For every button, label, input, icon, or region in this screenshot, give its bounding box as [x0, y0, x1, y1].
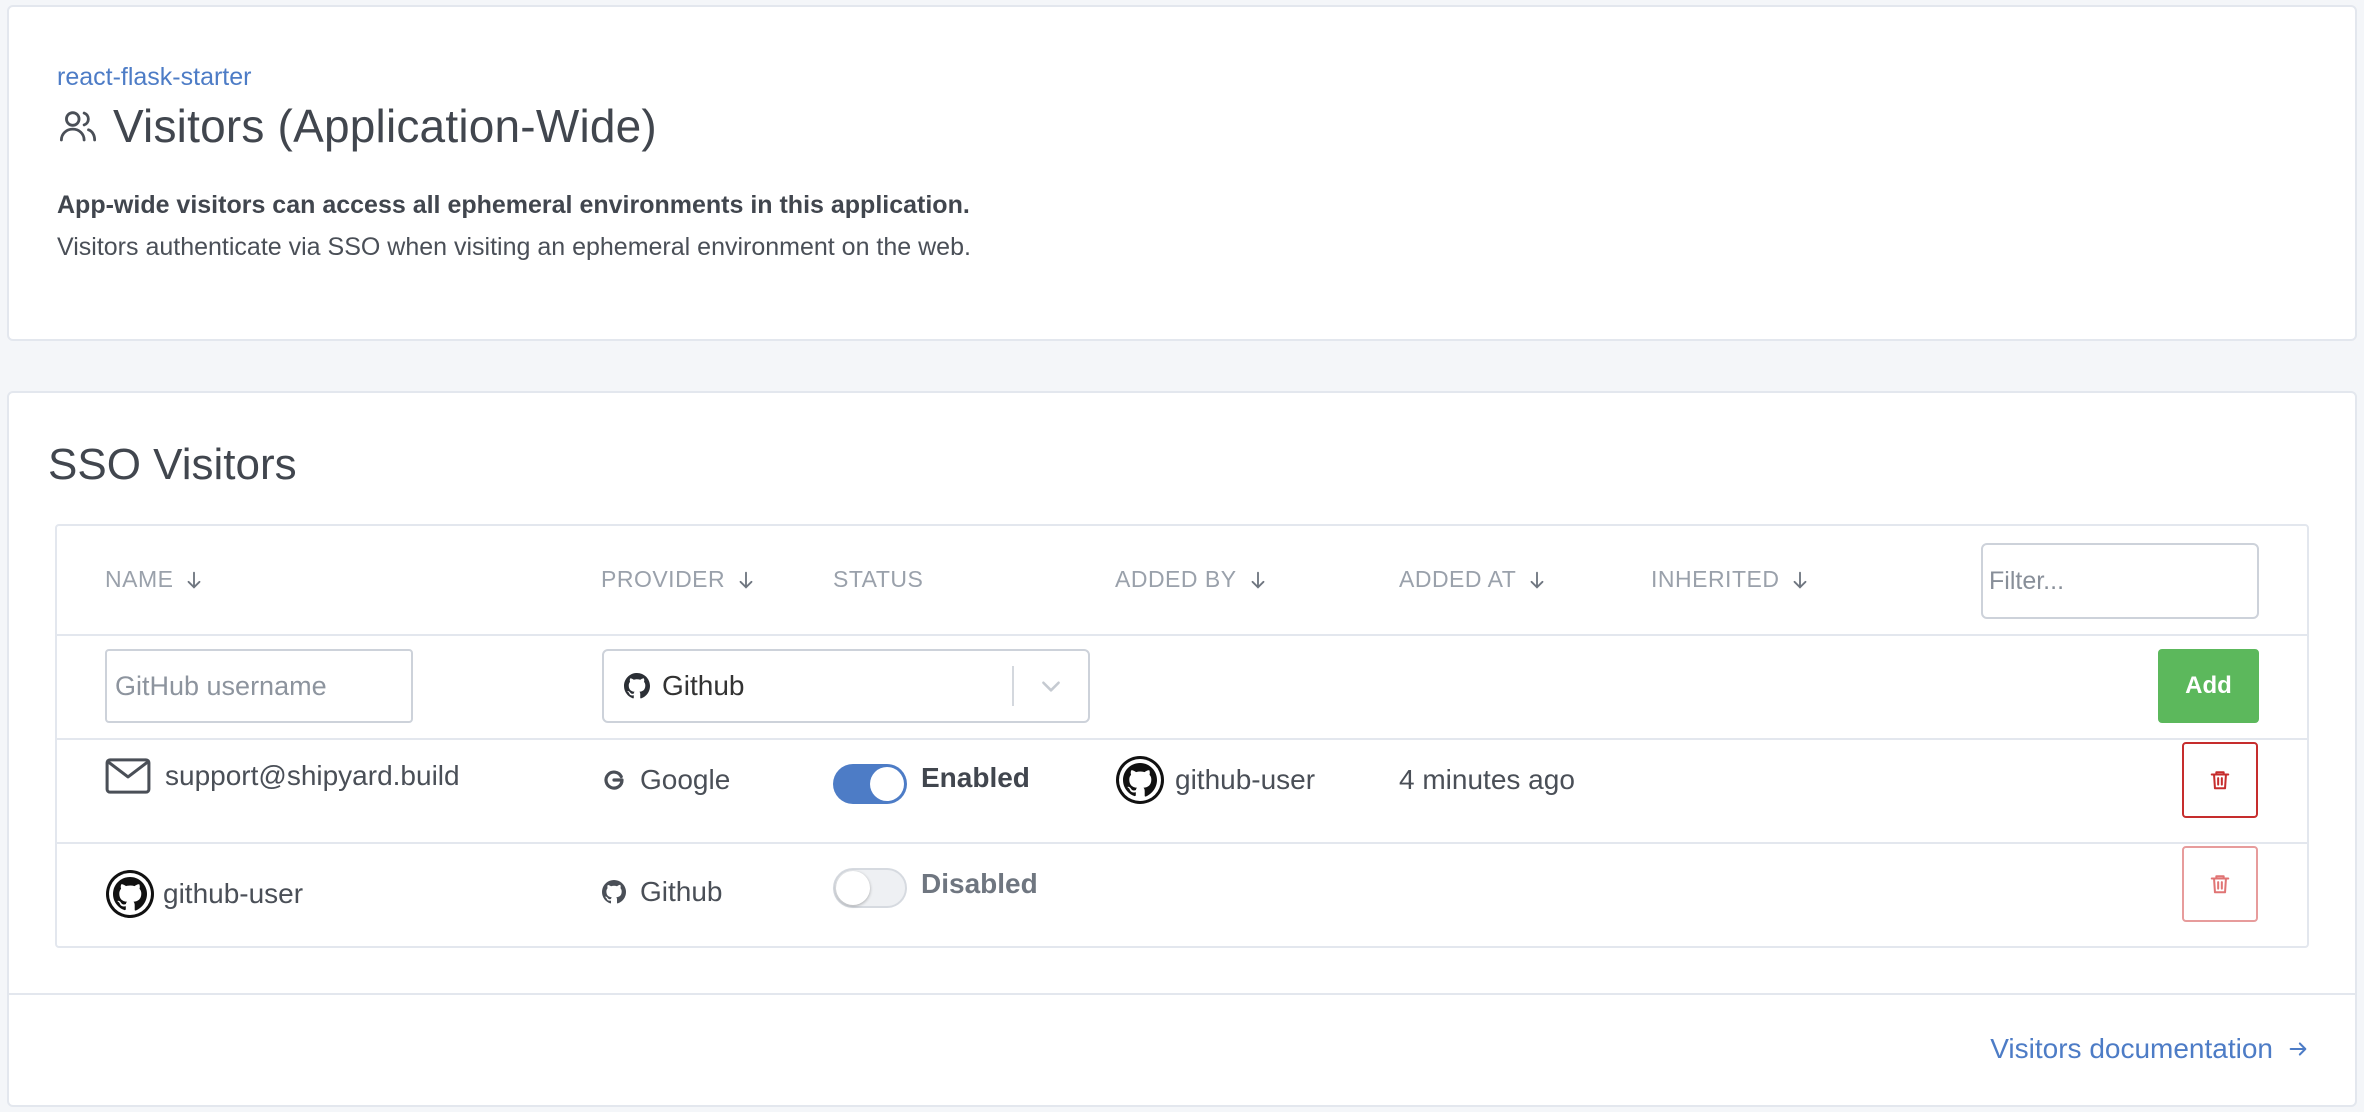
table-row-name: support@shipyard.build [105, 754, 460, 798]
sso-visitors-title: SSO Visitors [48, 440, 297, 489]
sort-arrow-down-icon [739, 571, 753, 589]
trash-icon [2210, 875, 2230, 894]
trash-icon [2210, 771, 2230, 790]
visitors-table: NAME PROVIDER STATUS ADDED BY ADDED AT I… [55, 524, 2309, 948]
column-header-label: ADDED AT [1399, 566, 1517, 592]
sort-arrow-down-icon [1794, 571, 1807, 589]
filter-input[interactable] [1981, 543, 2259, 619]
provider-select[interactable]: Github [602, 649, 1090, 723]
github-icon [602, 880, 626, 904]
delete-visitor-button[interactable] [2182, 742, 2258, 818]
table-row-provider: Google [602, 758, 730, 802]
github-icon [624, 673, 650, 699]
added-by-user: github-user [1175, 764, 1316, 795]
status-label: Enabled [921, 762, 1030, 793]
column-header-inherited[interactable]: INHERITED [1651, 566, 1811, 593]
breadcrumb-app-link[interactable]: react-flask-starter [57, 63, 251, 92]
add-visitor-button[interactable]: Add [2158, 649, 2259, 723]
row-divider [57, 634, 2307, 636]
google-icon [604, 770, 624, 790]
sort-arrow-down-icon [1251, 571, 1265, 589]
column-header-status: STATUS [833, 566, 923, 593]
arrow-right-icon [2289, 1042, 2307, 1056]
column-header-label: INHERITED [1651, 566, 1780, 592]
column-header-name[interactable]: NAME [105, 566, 205, 593]
status-toggle[interactable] [833, 868, 907, 908]
description: Visitors authenticate via SSO when visit… [57, 233, 971, 261]
users-icon [59, 111, 97, 142]
chevron-down-icon [1042, 681, 1060, 692]
visitor-name: github-user [163, 878, 304, 909]
table-row-provider: Github [602, 870, 723, 914]
mail-icon [105, 758, 151, 794]
row-divider [57, 842, 2307, 844]
visitor-provider: Github [640, 876, 723, 907]
row-divider [57, 738, 2307, 740]
visitor-provider: Google [640, 764, 731, 795]
description-bold: App-wide visitors can access all ephemer… [57, 191, 970, 219]
provider-select-value: Github [662, 670, 745, 701]
github-avatar-icon [1116, 756, 1164, 804]
column-header-label: NAME [105, 566, 174, 592]
docs-link-label: Visitors documentation [1990, 1033, 2273, 1064]
header-card: react-flask-starter Visitors (Applicatio… [7, 5, 2357, 341]
column-header-added-by[interactable]: ADDED BY [1115, 566, 1269, 593]
page-title: Visitors (Application-Wide) [113, 100, 657, 152]
page-title-row: Visitors (Application-Wide) [57, 99, 657, 153]
status-label: Disabled [921, 868, 1038, 899]
select-chevron[interactable] [1014, 673, 1088, 699]
status-toggle[interactable] [833, 764, 907, 804]
visitors-documentation-link[interactable]: Visitors documentation [1990, 1033, 2309, 1065]
table-row-name: github-user [105, 868, 303, 920]
sort-arrow-down-icon [1530, 571, 1544, 589]
delete-visitor-button[interactable] [2182, 846, 2258, 922]
column-header-label: STATUS [833, 566, 924, 592]
column-header-label: ADDED BY [1115, 566, 1237, 592]
column-header-added-at[interactable]: ADDED AT [1399, 566, 1548, 593]
toggle-knob [836, 871, 870, 905]
github-username-input[interactable] [105, 649, 413, 723]
sort-arrow-down-icon [188, 571, 201, 589]
added-at: 4 minutes ago [1399, 764, 1575, 795]
added-by: github-user [1115, 754, 1315, 806]
toggle-knob [870, 767, 904, 801]
column-header-label: PROVIDER [601, 566, 726, 592]
visitor-name: support@shipyard.build [165, 760, 460, 791]
column-header-provider[interactable]: PROVIDER [601, 566, 757, 593]
github-avatar-icon [106, 870, 154, 918]
